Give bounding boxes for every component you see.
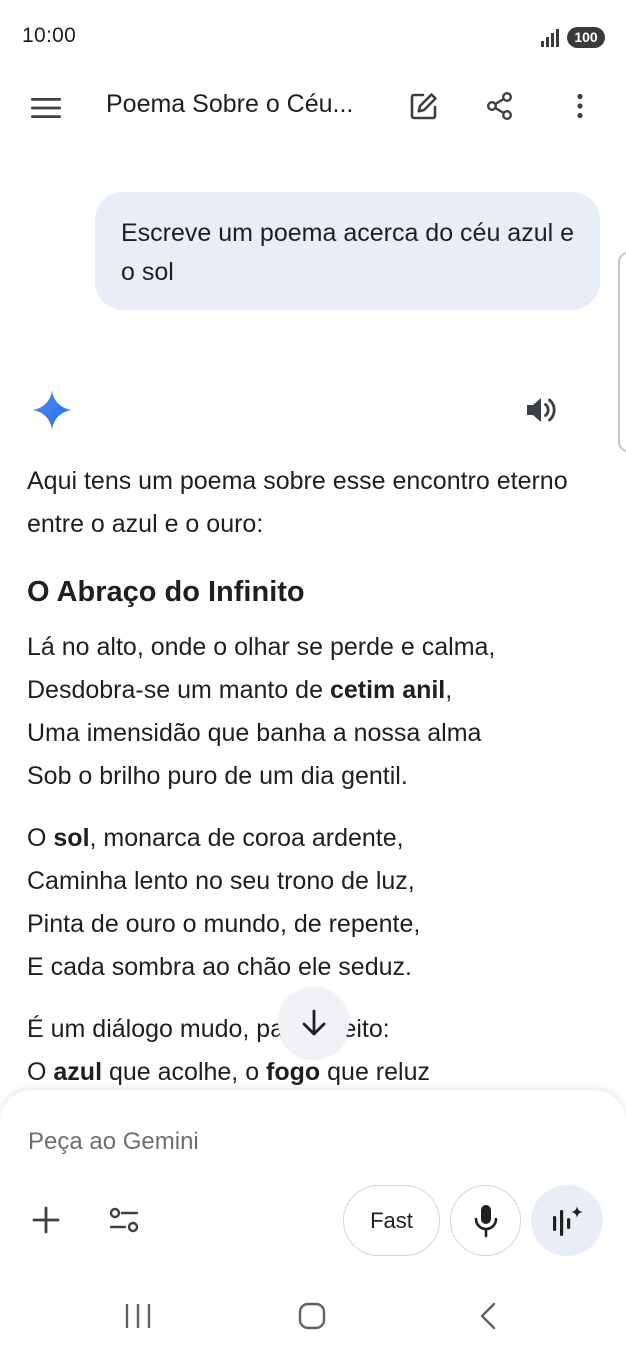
- poem-line: Lá no alto, onde o olhar se perde e calm…: [27, 633, 496, 661]
- tools-button[interactable]: [100, 1196, 148, 1244]
- gemini-sparkle-icon: [32, 390, 72, 430]
- read-aloud-button[interactable]: [516, 386, 568, 434]
- status-time: 10:00: [22, 24, 77, 47]
- system-nav-bar: [0, 1270, 626, 1358]
- live-icon: [553, 1205, 583, 1236]
- voice-input-button[interactable]: [450, 1185, 521, 1256]
- share-icon: [487, 92, 513, 121]
- back-button[interactable]: [460, 1292, 516, 1340]
- add-attachment-button[interactable]: [22, 1196, 70, 1244]
- poem-line: Pinta de ouro o mundo, de repente,: [27, 910, 421, 938]
- poem-line: O sol, monarca de coroa ardente,: [27, 824, 404, 852]
- conversation-title: Poema Sobre o Céu...: [106, 90, 354, 118]
- plus-icon: [32, 1206, 60, 1234]
- poem-line: E cada sombra ao chão ele seduz.: [27, 953, 412, 981]
- app-bar: Poema Sobre o Céu...: [0, 76, 626, 138]
- arrow-down-icon: [302, 1009, 325, 1035]
- bold-phrase: fogo: [266, 1058, 321, 1086]
- menu-button[interactable]: [22, 84, 70, 132]
- mic-icon: [474, 1204, 497, 1237]
- user-message-bubble[interactable]: Escreve um poema acerca do céu azul e o …: [95, 192, 600, 310]
- scroll-to-bottom-button[interactable]: [278, 987, 349, 1058]
- model-mode-button[interactable]: Fast: [343, 1185, 440, 1256]
- back-icon: [480, 1302, 496, 1330]
- poem-line: Uma imensidão que banha a nossa alma: [27, 719, 482, 747]
- bold-phrase: azul: [53, 1058, 103, 1086]
- model-mode-label: Fast: [370, 1207, 413, 1233]
- response-intro: Aqui tens um poema sobre esse encontro e…: [27, 467, 568, 538]
- poem-stanza: Lá no alto, onde o olhar se perde e calm…: [27, 626, 607, 798]
- share-button[interactable]: [476, 82, 524, 130]
- user-message-text: Escreve um poema acerca do céu azul e o …: [121, 219, 575, 286]
- more-options-button[interactable]: [556, 82, 604, 130]
- poem-line: Desdobra-se um manto de cetim anil,: [27, 676, 453, 704]
- recents-button[interactable]: [110, 1292, 166, 1340]
- poem-stanza: O sol, monarca de coroa ardente, Caminha…: [27, 817, 607, 989]
- prompt-input[interactable]: [28, 1124, 588, 1160]
- prompt-composer: Fast: [0, 1090, 626, 1270]
- edit-icon: [410, 93, 437, 120]
- poem-line: Caminha lento no seu trono de luz,: [27, 867, 415, 895]
- battery-indicator: 100: [567, 27, 605, 48]
- new-chat-button[interactable]: [400, 82, 448, 130]
- scrollbar[interactable]: [618, 252, 626, 452]
- bold-phrase: cetim anil: [329, 676, 446, 704]
- status-bar: 10:00 100: [0, 0, 626, 76]
- speaker-icon: [527, 398, 556, 422]
- tools-icon: [109, 1207, 139, 1233]
- poem-title: O Abraço do Infinito: [27, 576, 305, 608]
- home-button[interactable]: [284, 1292, 340, 1340]
- poem-line: Sob o brilho puro de um dia gentil.: [27, 762, 408, 790]
- menu-icon: [31, 98, 61, 118]
- bold-phrase: sol: [53, 824, 90, 852]
- recents-icon: [125, 1304, 151, 1328]
- gemini-live-button[interactable]: [531, 1185, 603, 1256]
- signal-icon: [541, 29, 559, 47]
- home-icon: [298, 1302, 326, 1330]
- more-vert-icon: [577, 93, 583, 119]
